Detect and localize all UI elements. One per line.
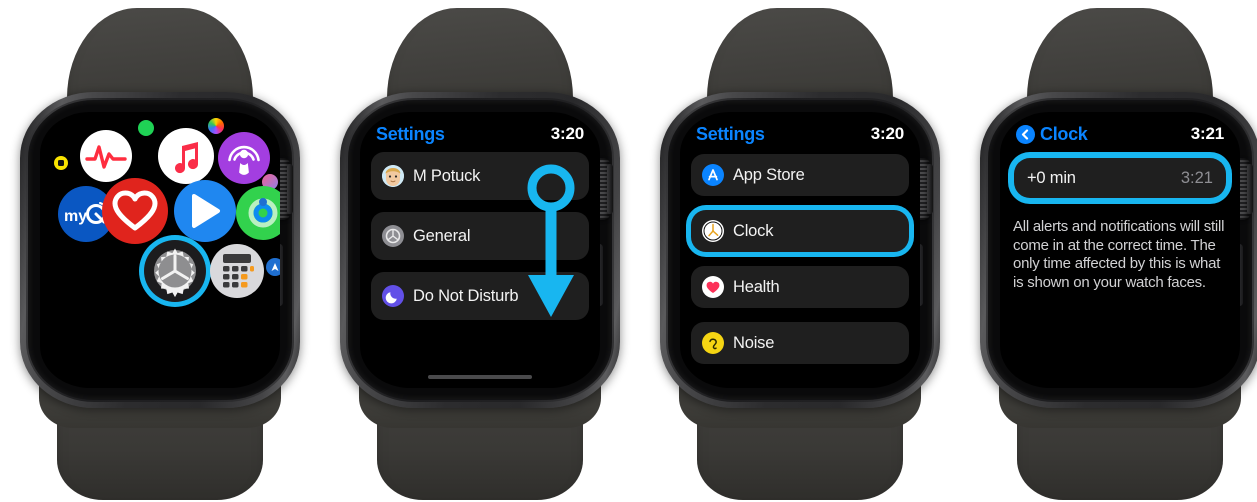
list-item-label: Health bbox=[733, 277, 780, 296]
list-item-do-not-disturb[interactable]: Do Not Disturb bbox=[371, 272, 589, 320]
do-not-disturb-moon-icon bbox=[382, 285, 404, 307]
screenshot-stage: my Settings 3:20 M Potuck General Do Not… bbox=[0, 0, 1257, 502]
list-gap bbox=[691, 252, 909, 266]
status-bar: Clock 3:21 bbox=[1000, 122, 1240, 146]
list-item-clock[interactable]: Clock bbox=[691, 210, 909, 252]
noise-ear-icon bbox=[702, 332, 724, 354]
watch-4-clock-settings: Clock 3:21 +0 min 3:21 All alerts and no… bbox=[960, 0, 1257, 502]
memoji-avatar bbox=[382, 165, 404, 187]
clock-offset-label: +0 min bbox=[1027, 168, 1076, 187]
settings-list: App Store Clock Health Noise bbox=[691, 154, 909, 364]
general-gear-icon bbox=[382, 225, 404, 247]
list-item-label: Do Not Disturb bbox=[413, 286, 519, 305]
list-item-label: App Store bbox=[733, 165, 805, 184]
list-gap bbox=[691, 196, 909, 210]
clock-offset-row[interactable]: +0 min 3:21 bbox=[1014, 158, 1226, 198]
list-item-app-store[interactable]: App Store bbox=[691, 154, 909, 196]
list-item-health[interactable]: Health bbox=[691, 266, 909, 308]
photos-icon[interactable] bbox=[208, 118, 224, 134]
list-item-label: General bbox=[413, 226, 471, 245]
clock-description: All alerts and notifications will still … bbox=[1013, 218, 1225, 291]
settings-icon[interactable] bbox=[144, 240, 206, 302]
watch-2-settings-top: Settings 3:20 M Potuck General Do Not Di… bbox=[320, 0, 640, 502]
list-gap bbox=[371, 200, 589, 212]
watch-1-app-grid: my bbox=[0, 0, 320, 502]
page-title-label: Clock bbox=[1040, 123, 1088, 144]
status-time: 3:20 bbox=[870, 124, 904, 143]
page-title: Clock bbox=[1016, 124, 1088, 145]
clock-offset-value: 3:21 bbox=[1180, 168, 1213, 187]
watch-screen: Settings 3:20 M Potuck General Do Not Di… bbox=[360, 112, 600, 388]
ecg-icon[interactable] bbox=[80, 130, 132, 182]
home-indicator bbox=[428, 375, 532, 379]
list-item-label: Clock bbox=[733, 221, 774, 240]
clock-offset-list: +0 min 3:21 bbox=[1014, 158, 1226, 198]
maps-small-icon[interactable] bbox=[266, 258, 280, 276]
workout-badge-icon[interactable] bbox=[54, 156, 68, 170]
list-item-label: M Potuck bbox=[413, 166, 481, 185]
list-gap bbox=[371, 260, 589, 272]
watch-3-settings-scrolled: Settings 3:20 App Store Clock Health Noi… bbox=[640, 0, 960, 502]
list-item-account[interactable]: M Potuck bbox=[371, 152, 589, 200]
app-grid: my bbox=[40, 112, 280, 388]
settings-list: M Potuck General Do Not Disturb bbox=[371, 152, 589, 320]
activity-rings-icon[interactable] bbox=[236, 186, 280, 240]
watch-screen: Clock 3:21 +0 min 3:21 All alerts and no… bbox=[1000, 112, 1240, 388]
svg-text:my: my bbox=[64, 208, 87, 225]
health-heart-icon bbox=[702, 276, 724, 298]
page-title: Settings bbox=[696, 123, 765, 144]
now-playing-icon[interactable] bbox=[174, 180, 236, 242]
list-item-general[interactable]: General bbox=[371, 212, 589, 260]
chevron-left-icon[interactable] bbox=[1016, 124, 1035, 144]
podcasts-icon[interactable] bbox=[218, 132, 270, 184]
list-item-noise[interactable]: Noise bbox=[691, 322, 909, 364]
status-time: 3:21 bbox=[1190, 124, 1224, 143]
status-time: 3:20 bbox=[550, 124, 584, 143]
heart-rate-icon[interactable] bbox=[102, 178, 168, 244]
list-gap bbox=[691, 308, 909, 322]
app-store-icon bbox=[702, 164, 724, 186]
calculator-icon[interactable] bbox=[210, 244, 264, 298]
status-green-dot-icon[interactable] bbox=[138, 120, 154, 136]
list-item-label: Noise bbox=[733, 333, 775, 352]
status-bar: Settings 3:20 bbox=[360, 122, 600, 146]
watch-screen: Settings 3:20 App Store Clock Health Noi… bbox=[680, 112, 920, 388]
music-icon[interactable] bbox=[158, 128, 214, 184]
status-bar: Settings 3:20 bbox=[680, 122, 920, 146]
page-title: Settings bbox=[376, 123, 445, 144]
watch-screen: my bbox=[40, 112, 280, 388]
clock-icon bbox=[702, 220, 724, 242]
